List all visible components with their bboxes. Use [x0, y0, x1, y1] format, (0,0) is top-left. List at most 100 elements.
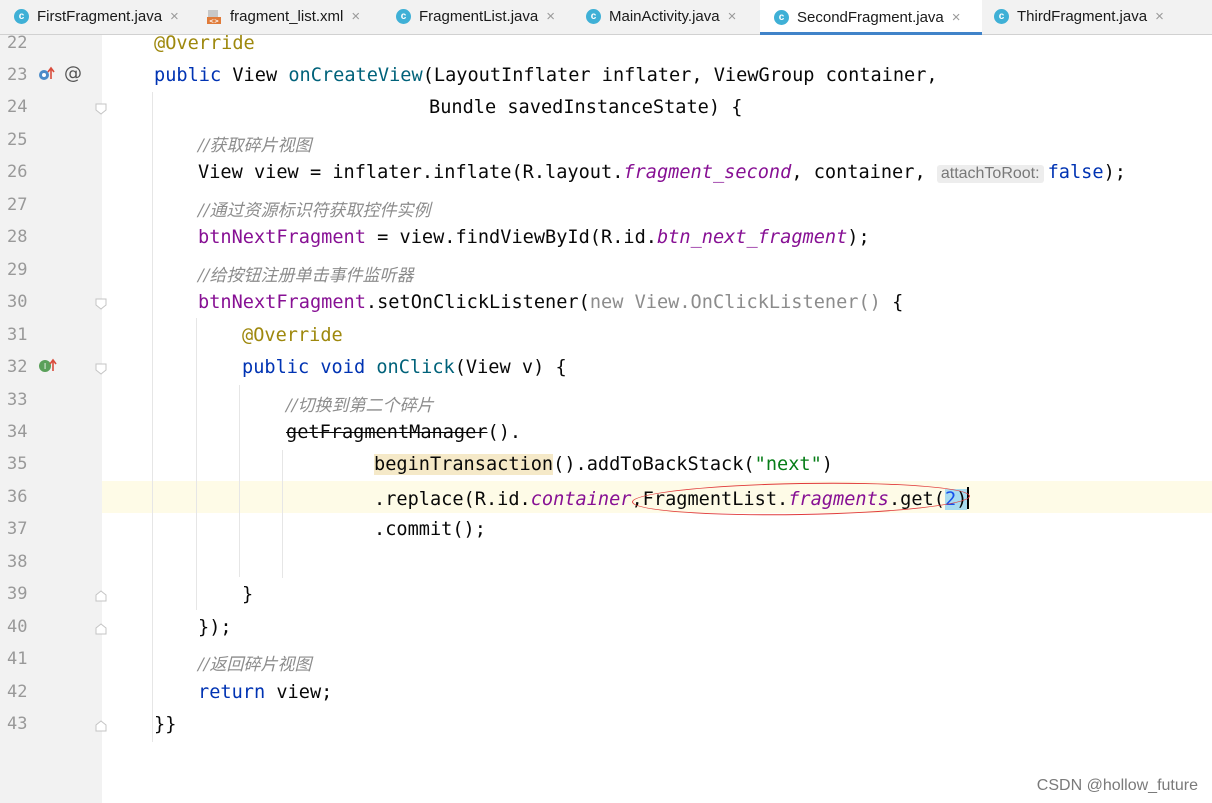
annotation: @Override	[154, 33, 255, 54]
params: Bundle savedInstanceState) {	[429, 97, 743, 118]
code-line-current: 36 .replace(R.id.container,FragmentList.…	[0, 482, 1212, 514]
overrides-method-icon[interactable]	[38, 66, 56, 86]
params: (LayoutInflater inflater, ViewGroup cont…	[422, 65, 938, 86]
line-number: 33	[7, 390, 28, 410]
type: View	[221, 65, 289, 86]
keyword: return	[198, 682, 266, 703]
code-text: view;	[265, 682, 333, 703]
comment: //返回碎片视图	[198, 655, 312, 675]
line-number: 29	[7, 260, 28, 280]
code-line: 31 @Override	[0, 320, 1212, 352]
tab-label: ThirdFragment.java	[1017, 8, 1148, 25]
comment: //切换到第二个碎片	[286, 396, 434, 416]
code-text: );	[1103, 162, 1126, 183]
field-ref: btn_next_fragment	[656, 227, 848, 248]
line-number: 41	[7, 649, 28, 669]
line-number: 24	[7, 97, 28, 117]
string-literal: "next"	[754, 454, 822, 475]
tab-label: SecondFragment.java	[797, 8, 944, 26]
code-line: 35 beginTransaction().addToBackStack("ne…	[0, 449, 1212, 481]
line-number: 38	[7, 552, 28, 572]
close-icon[interactable]: ×	[1155, 8, 1164, 25]
anonymous-class: new View.OnClickListener()	[589, 292, 881, 313]
code-line: 30 btnNextFragment.setOnClickListener(ne…	[0, 287, 1212, 319]
line-number: 34	[7, 422, 28, 442]
code-line: 26 View view = inflater.inflate(R.layout…	[0, 157, 1212, 189]
xml-file-icon: <>	[206, 9, 222, 25]
close-icon[interactable]: ×	[546, 8, 555, 25]
code-text: .replace(R.id.	[374, 489, 531, 510]
code-line: 41 //返回碎片视图	[0, 644, 1212, 676]
fold-marker-icon[interactable]	[94, 101, 108, 115]
code-text: .setOnClickListener(	[365, 292, 590, 313]
class-icon: c	[14, 9, 29, 24]
at-annotation-icon[interactable]: @	[64, 63, 82, 84]
tab-label: fragment_list.xml	[230, 8, 344, 25]
fold-marker-icon[interactable]	[94, 621, 108, 635]
line-number: 22	[7, 33, 28, 53]
line-number: 42	[7, 682, 28, 702]
svg-text:I: I	[44, 362, 46, 371]
code-line: 38	[0, 547, 1212, 579]
fold-marker-icon[interactable]	[94, 718, 108, 732]
keyword: public void	[242, 357, 377, 378]
comment: //通过资源标识符获取控件实例	[198, 201, 431, 221]
code-line: 39 }	[0, 579, 1212, 611]
fold-marker-icon[interactable]	[94, 296, 108, 310]
number-literal: 2	[944, 489, 957, 510]
method-name: onCreateView	[288, 65, 423, 86]
code-text: )	[821, 454, 833, 475]
line-number: 32	[7, 357, 28, 377]
line-number: 23	[7, 65, 28, 85]
code-line: 27 //通过资源标识符获取控件实例	[0, 190, 1212, 222]
class-icon: c	[774, 9, 789, 25]
close-icon[interactable]: ×	[728, 8, 737, 25]
code-line: 37 .commit();	[0, 514, 1212, 546]
code-text: (View v) {	[454, 357, 567, 378]
tab-label: FragmentList.java	[419, 8, 539, 25]
code-line: 28 btnNextFragment = view.findViewById(R…	[0, 222, 1212, 254]
code-text: ().	[487, 422, 522, 443]
line-number: 43	[7, 714, 28, 734]
line-number: 30	[7, 292, 28, 312]
close-icon[interactable]: ×	[170, 8, 179, 25]
code-text: );	[847, 227, 870, 248]
code-text: }}	[154, 714, 177, 735]
text-cursor	[967, 487, 970, 509]
field-ref: fragments	[788, 489, 889, 510]
deprecated-method: getFragmentManager	[286, 422, 488, 443]
watermark: CSDN @hollow_future	[1036, 777, 1198, 794]
close-icon[interactable]: ×	[952, 9, 961, 26]
close-icon[interactable]: ×	[351, 8, 360, 25]
code-line: 43 }}	[0, 709, 1212, 741]
line-number: 40	[7, 617, 28, 637]
keyword: false	[1047, 162, 1104, 183]
line-number: 31	[7, 325, 28, 345]
highlighted-method: beginTransaction	[374, 454, 554, 475]
code-text: ,FragmentList.	[631, 489, 789, 510]
comment: //给按钮注册单击事件监听器	[198, 266, 414, 286]
code-text: ().addToBackStack(	[553, 454, 755, 475]
code-line: 34 getFragmentManager().	[0, 417, 1212, 449]
code-text: {	[880, 292, 904, 313]
code-line: 22 @Override	[0, 28, 1212, 60]
code-line: 29 //给按钮注册单击事件监听器	[0, 255, 1212, 287]
line-number: 28	[7, 227, 28, 247]
tab-label: MainActivity.java	[609, 8, 720, 25]
code-line: 32 I public void onClick(View v) {	[0, 352, 1212, 384]
code-text: View view = inflater.inflate(R.layout.	[198, 162, 624, 183]
code-line: 42 return view;	[0, 677, 1212, 709]
code-text: = view.findViewById(R.id.	[365, 227, 657, 248]
tab-label: FirstFragment.java	[37, 8, 163, 25]
line-number: 37	[7, 519, 28, 539]
code-line: 25 //获取碎片视图	[0, 125, 1212, 157]
field-ref: container	[530, 489, 632, 510]
implements-method-icon[interactable]: I	[38, 358, 58, 378]
code-text: .get(	[888, 489, 945, 510]
code-line: 33 //切换到第二个碎片	[0, 385, 1212, 417]
code-text: , container,	[791, 162, 937, 183]
line-number: 36	[7, 487, 28, 507]
fold-marker-icon[interactable]	[94, 588, 108, 602]
line-number: 39	[7, 584, 28, 604]
fold-marker-icon[interactable]	[94, 361, 108, 375]
